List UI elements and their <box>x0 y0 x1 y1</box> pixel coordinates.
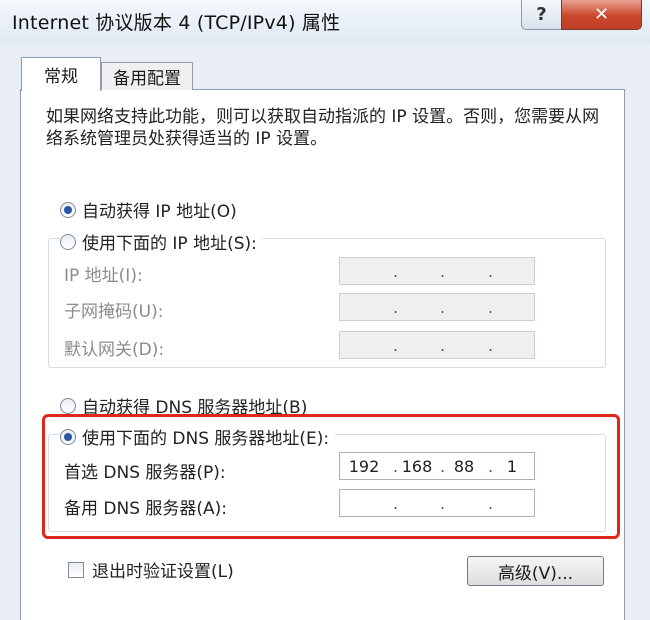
close-icon: ✕ <box>593 4 610 25</box>
auto-ip-radio[interactable]: 自动获得 IP 地址(O) <box>60 197 237 222</box>
ip-address-label: IP 地址(I): <box>64 266 143 286</box>
manual-ip-label: 使用下面的 IP 地址(S): <box>82 234 257 254</box>
default-gateway-input[interactable]: ... <box>339 331 535 359</box>
radio-selected-icon <box>60 201 76 218</box>
window-title: Internet 协议版本 4 (TCP/IPv4) 属性 <box>12 12 341 34</box>
advanced-button[interactable]: 高级(V)... <box>467 556 604 586</box>
subnet-mask-input[interactable]: ... <box>339 293 535 321</box>
validate-settings-checkbox[interactable]: 退出时验证设置(L) <box>68 557 234 582</box>
auto-ip-label: 自动获得 IP 地址(O) <box>82 202 237 222</box>
manual-ip-radio[interactable]: 使用下面的 IP 地址(S): <box>60 229 263 254</box>
radio-unselected-icon <box>60 397 76 414</box>
validate-settings-label: 退出时验证设置(L) <box>92 562 234 582</box>
highlight-frame <box>42 414 620 539</box>
tab-alternate-configuration[interactable]: 备用配置 <box>101 62 193 90</box>
ip-address-input[interactable]: ... <box>339 257 535 285</box>
description-text: 如果网络支持此功能，则可以获取自动指派的 IP 设置。否则，您需要从网络系统管理… <box>46 107 600 149</box>
close-button[interactable]: ✕ <box>561 0 642 30</box>
title-bar: Internet 协议版本 4 (TCP/IPv4) 属性 ? ✕ <box>0 0 650 44</box>
help-button[interactable]: ? <box>521 0 562 30</box>
radio-unselected-icon <box>60 233 76 250</box>
subnet-mask-label: 子网掩码(U): <box>64 302 164 322</box>
checkbox-unchecked-icon <box>68 561 84 578</box>
default-gateway-label: 默认网关(D): <box>64 340 165 360</box>
tab-general[interactable]: 常规 <box>21 57 101 91</box>
help-icon: ? <box>536 4 547 25</box>
